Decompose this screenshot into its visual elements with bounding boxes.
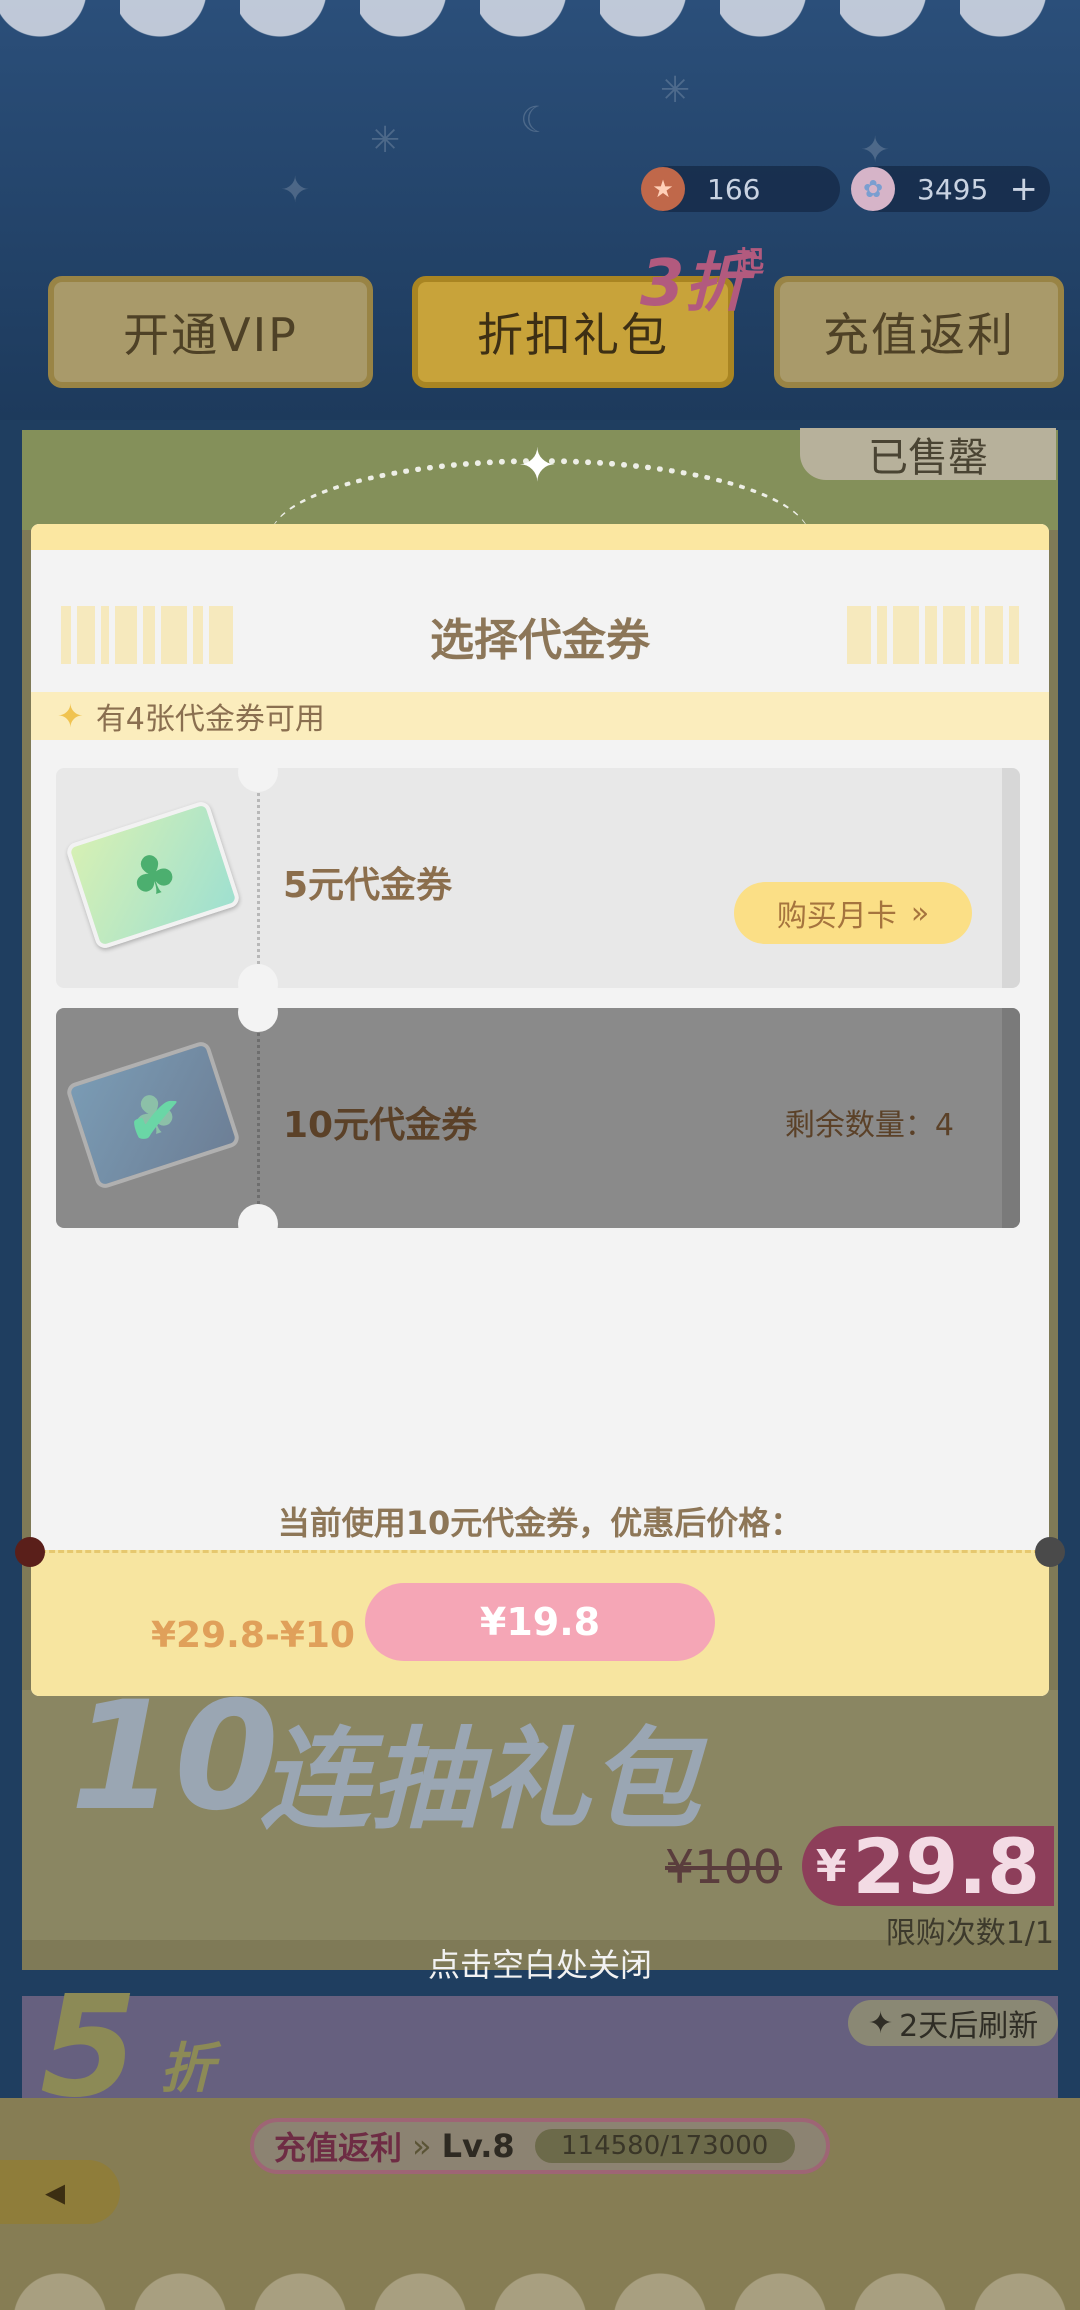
dialog-top-strip [31,524,1049,550]
barcode-decoration [847,606,1019,664]
available-count-strip: ✦ 有4张代金券可用 [31,692,1049,740]
voucher-divider [257,1008,260,1228]
voucher-ticket-icon: ♣ [64,799,242,951]
buy-button-label: 购买月卡 [776,899,897,934]
voucher-item-selected[interactable]: ♣ ✔ 10元代金券 剩余数量：4 [56,992,1020,1244]
voucher-edge [1002,768,1020,988]
price-calculation: ¥29.8-¥10 [151,1615,355,1656]
sparkle-icon: ✦ [57,697,84,735]
voucher-notch [238,752,278,792]
confirm-price-button[interactable]: ¥19.8 [365,1583,715,1661]
voucher-edge [1002,1008,1020,1228]
band-notch [1035,1537,1065,1567]
buy-monthly-card-button[interactable]: 购买月卡 » [734,882,972,944]
voucher-select-dialog: 选择代金券 ✦ 有4张代金券可用 ♣ 5元代金券 购买月卡 » ♣ ✔ 10元代… [15,524,1065,1696]
voucher-name: 10元代金券 [283,1105,478,1146]
price-band: ¥29.8-¥10 ¥19.8 [15,1537,1065,1696]
voucher-name: 5元代金券 [283,865,453,906]
voucher-notch [238,1204,278,1244]
band-notch [15,1537,45,1567]
checkmark-icon: ✔ [126,1080,185,1162]
voucher-notch [238,992,278,1032]
available-count-text: 有4张代金券可用 [95,702,325,737]
voucher-divider [257,768,260,988]
price-note: 当前使用10元代金券，优惠后价格： [277,1504,803,1542]
voucher-item[interactable]: ♣ 5元代金券 购买月卡 » [56,752,1020,1004]
double-chevron-right-icon: » [910,895,930,931]
voucher-remaining-count: 剩余数量：4 [784,1108,954,1143]
